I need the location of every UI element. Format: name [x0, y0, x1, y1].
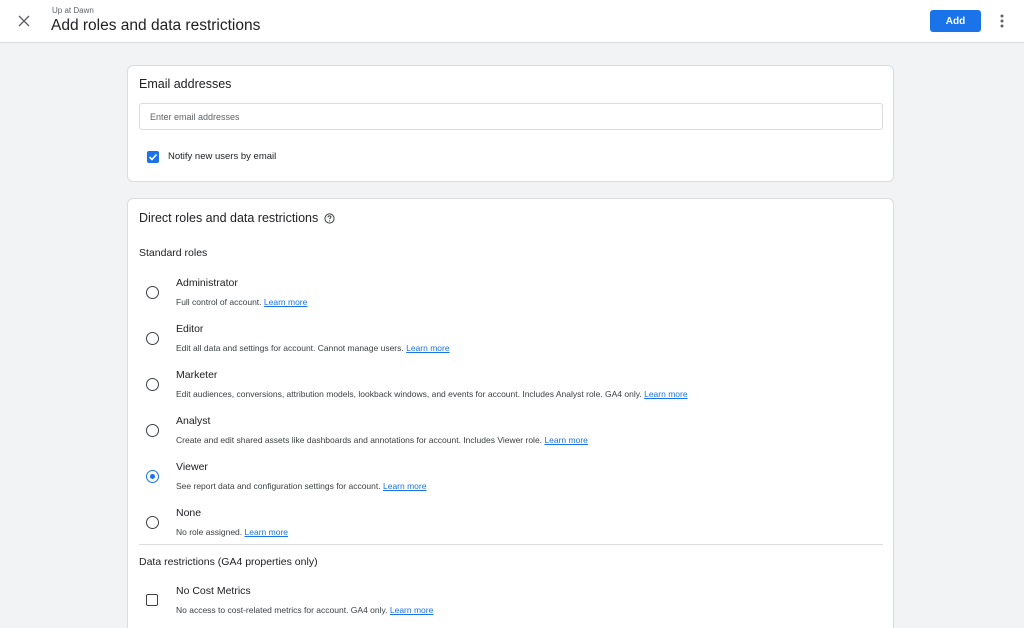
role-description: Edit audiences, conversions, attribution… [176, 389, 688, 399]
role-radio-none[interactable] [146, 516, 159, 529]
role-description-text: No role assigned. [176, 527, 243, 537]
role-name: Marketer [176, 369, 218, 381]
role-radio-viewer[interactable] [146, 470, 159, 483]
learn-more-link[interactable]: Learn more [245, 527, 288, 537]
restriction-checkbox-no-cost-metrics[interactable] [146, 594, 158, 606]
role-description: Edit all data and settings for account. … [176, 343, 450, 353]
role-name: Editor [176, 323, 204, 335]
role-radio-marketer[interactable] [146, 378, 159, 391]
page-title: Add roles and data restrictions [51, 17, 261, 34]
roles-section-title: Direct roles and data restrictions [139, 211, 319, 225]
more-options-button[interactable] [994, 11, 1010, 31]
notify-users-checkbox[interactable] [147, 151, 159, 163]
learn-more-link[interactable]: Learn more [264, 297, 307, 307]
notify-users-label: Notify new users by email [168, 151, 277, 162]
role-description: Create and edit shared assets like dashb… [176, 435, 588, 445]
learn-more-link[interactable]: Learn more [383, 481, 426, 491]
learn-more-link[interactable]: Learn more [390, 605, 433, 615]
role-name: Analyst [176, 415, 211, 427]
roles-card: Direct roles and data restrictions Stand… [127, 198, 894, 628]
learn-more-link[interactable]: Learn more [406, 343, 449, 353]
check-icon [148, 153, 158, 161]
help-icon [324, 212, 335, 224]
learn-more-link[interactable]: Learn more [644, 389, 687, 399]
role-description-text: See report data and configuration settin… [176, 481, 381, 491]
role-name: Viewer [176, 461, 208, 473]
help-button[interactable] [324, 212, 335, 224]
learn-more-link[interactable]: Learn more [544, 435, 587, 445]
role-description: See report data and configuration settin… [176, 481, 426, 491]
role-description: No role assigned. Learn more [176, 527, 288, 537]
role-description-text: Edit audiences, conversions, attribution… [176, 389, 642, 399]
top-app-bar: Up at Dawn Add roles and data restrictio… [0, 0, 1024, 43]
email-section-title: Email addresses [139, 77, 232, 91]
roles-section-title-row: Direct roles and data restrictions [139, 211, 335, 225]
role-radio-administrator[interactable] [146, 286, 159, 299]
email-addresses-card: Email addresses Notify new users by emai… [127, 65, 894, 182]
role-name: Administrator [176, 277, 238, 289]
restriction-description-text: No access to cost-related metrics for ac… [176, 605, 388, 615]
role-radio-editor[interactable] [146, 332, 159, 345]
standard-roles-label: Standard roles [139, 247, 208, 259]
data-restrictions-label: Data restrictions (GA4 properties only) [139, 556, 318, 568]
section-divider [139, 544, 883, 545]
add-button[interactable]: Add [930, 10, 981, 32]
role-name: None [176, 507, 202, 519]
more-vert-icon [1000, 14, 1004, 28]
role-description-text: Create and edit shared assets like dashb… [176, 435, 543, 445]
account-name: Up at Dawn [52, 6, 94, 15]
role-description-text: Full control of account. [176, 297, 262, 307]
role-description-text: Edit all data and settings for account. … [176, 343, 404, 353]
close-icon [18, 15, 30, 27]
restriction-description: No access to cost-related metrics for ac… [176, 605, 433, 615]
close-button[interactable] [14, 11, 34, 31]
role-radio-analyst[interactable] [146, 424, 159, 437]
role-description: Full control of account. Learn more [176, 297, 307, 307]
restriction-name: No Cost Metrics [176, 585, 251, 597]
email-input[interactable] [139, 103, 883, 130]
